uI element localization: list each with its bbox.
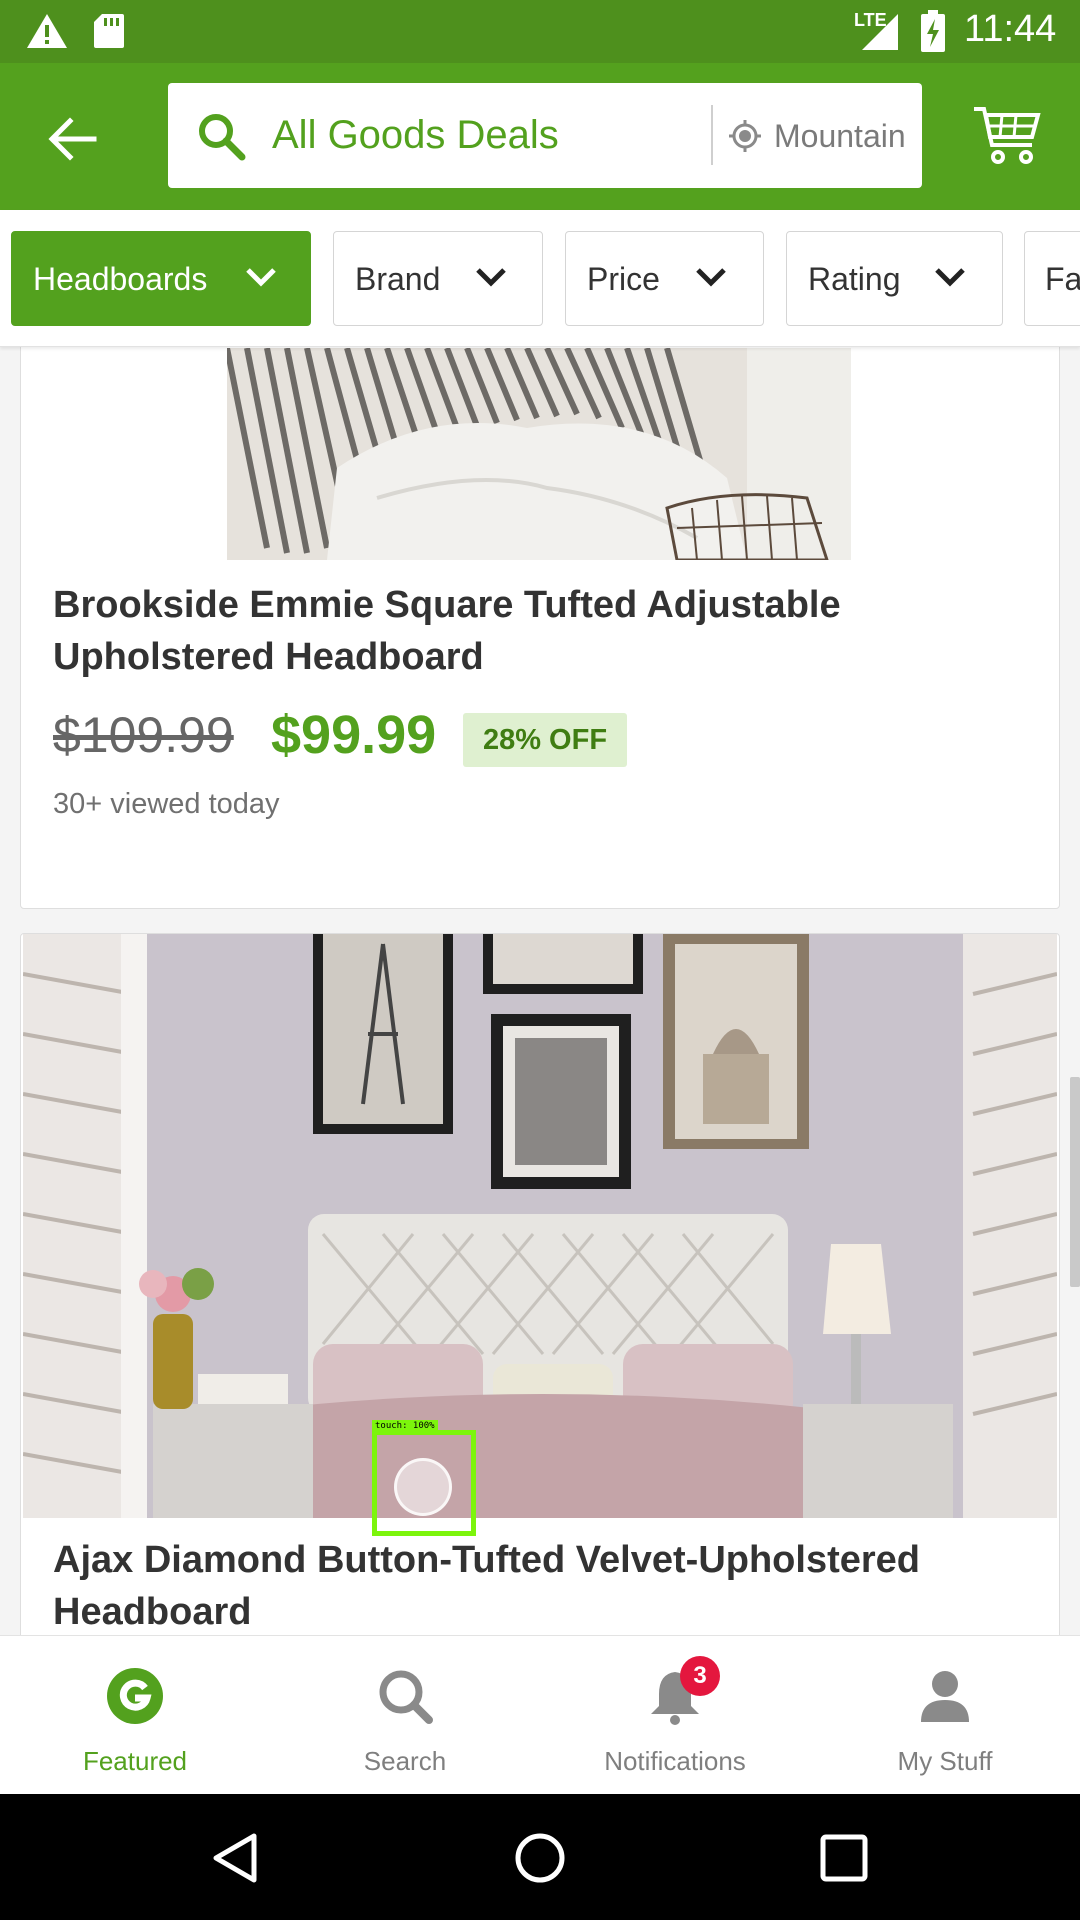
nav-featured[interactable]: Featured bbox=[0, 1636, 270, 1795]
home-circle-icon[interactable] bbox=[514, 1832, 566, 1884]
original-price: $109.99 bbox=[53, 707, 234, 763]
search-icon bbox=[199, 114, 246, 161]
status-bar: LTE 11:44 bbox=[0, 0, 1080, 63]
product-title[interactable]: Ajax Diamond Button-Tufted Velvet-Uphols… bbox=[53, 1534, 1033, 1635]
sd-card-icon bbox=[94, 14, 124, 48]
cart-icon[interactable] bbox=[972, 103, 1042, 167]
filter-more[interactable]: Fa bbox=[1024, 231, 1080, 326]
touch-point bbox=[394, 1458, 452, 1516]
recents-square-icon[interactable] bbox=[818, 1832, 870, 1884]
nav-label: My Stuff bbox=[897, 1746, 993, 1776]
chevron-down-icon bbox=[696, 268, 726, 287]
sale-price: $99.99 bbox=[271, 705, 437, 765]
nav-label: Featured bbox=[82, 1746, 188, 1776]
nav-search[interactable]: Search bbox=[270, 1636, 540, 1795]
filter-label: Brand bbox=[355, 261, 441, 297]
search-icon bbox=[379, 1670, 433, 1724]
scrollbar[interactable] bbox=[1070, 1077, 1080, 1287]
battery-charging-icon bbox=[921, 10, 945, 52]
filter-label: Price bbox=[587, 261, 660, 297]
product-card[interactable]: Ajax Diamond Button-Tufted Velvet-Uphols… bbox=[20, 933, 1060, 1635]
signal-icon bbox=[862, 14, 898, 50]
notification-badge: 3 bbox=[680, 1656, 720, 1696]
filter-label: Fa bbox=[1045, 261, 1080, 297]
search-query: All Goods Deals bbox=[272, 113, 559, 157]
filter-price[interactable]: Price bbox=[565, 231, 764, 326]
product-title[interactable]: Brookside Emmie Square Tufted Adjustable… bbox=[53, 579, 1033, 683]
back-arrow-icon[interactable] bbox=[44, 111, 100, 167]
nav-my-stuff[interactable]: My Stuff bbox=[810, 1636, 1080, 1795]
product-card[interactable]: Brookside Emmie Square Tufted Adjustable… bbox=[20, 347, 1060, 909]
location-icon[interactable] bbox=[728, 119, 762, 153]
chevron-down-icon bbox=[935, 268, 965, 287]
filter-label: Headboards bbox=[33, 261, 208, 297]
back-triangle-icon[interactable] bbox=[210, 1832, 262, 1884]
groupon-logo-icon bbox=[107, 1668, 163, 1724]
search-divider bbox=[711, 105, 713, 165]
bottom-navigation: Featured Search Notifications 3 My Stuff bbox=[0, 1635, 1080, 1794]
product-image[interactable] bbox=[23, 934, 1057, 1518]
viewed-count: 30+ viewed today bbox=[53, 788, 280, 820]
chevron-down-icon bbox=[476, 268, 506, 287]
nav-label: Search bbox=[363, 1746, 447, 1776]
person-icon bbox=[921, 1671, 969, 1722]
nav-label: Notifications bbox=[604, 1746, 746, 1776]
discount-badge: 28% OFF bbox=[463, 713, 627, 767]
system-navigation-bar bbox=[0, 1794, 1080, 1920]
filter-rating[interactable]: Rating bbox=[786, 231, 1003, 326]
chevron-down-icon bbox=[246, 268, 276, 287]
filter-bar: Headboards Brand Price Rating Fa bbox=[0, 210, 1080, 347]
filter-brand[interactable]: Brand bbox=[333, 231, 543, 326]
location-text[interactable]: Mountain View bbox=[774, 118, 910, 155]
warning-icon bbox=[27, 14, 67, 48]
filter-headboards[interactable]: Headboards bbox=[11, 231, 311, 326]
search-bar[interactable]: All Goods Deals Mountain View bbox=[168, 83, 922, 188]
nav-notifications[interactable]: Notifications bbox=[540, 1636, 810, 1795]
clock: 11:44 bbox=[964, 8, 1057, 50]
product-image[interactable] bbox=[227, 348, 851, 560]
filter-label: Rating bbox=[808, 261, 901, 297]
product-feed[interactable]: Brookside Emmie Square Tufted Adjustable… bbox=[0, 347, 1080, 1635]
app-bar: All Goods Deals Mountain View bbox=[0, 63, 1080, 210]
